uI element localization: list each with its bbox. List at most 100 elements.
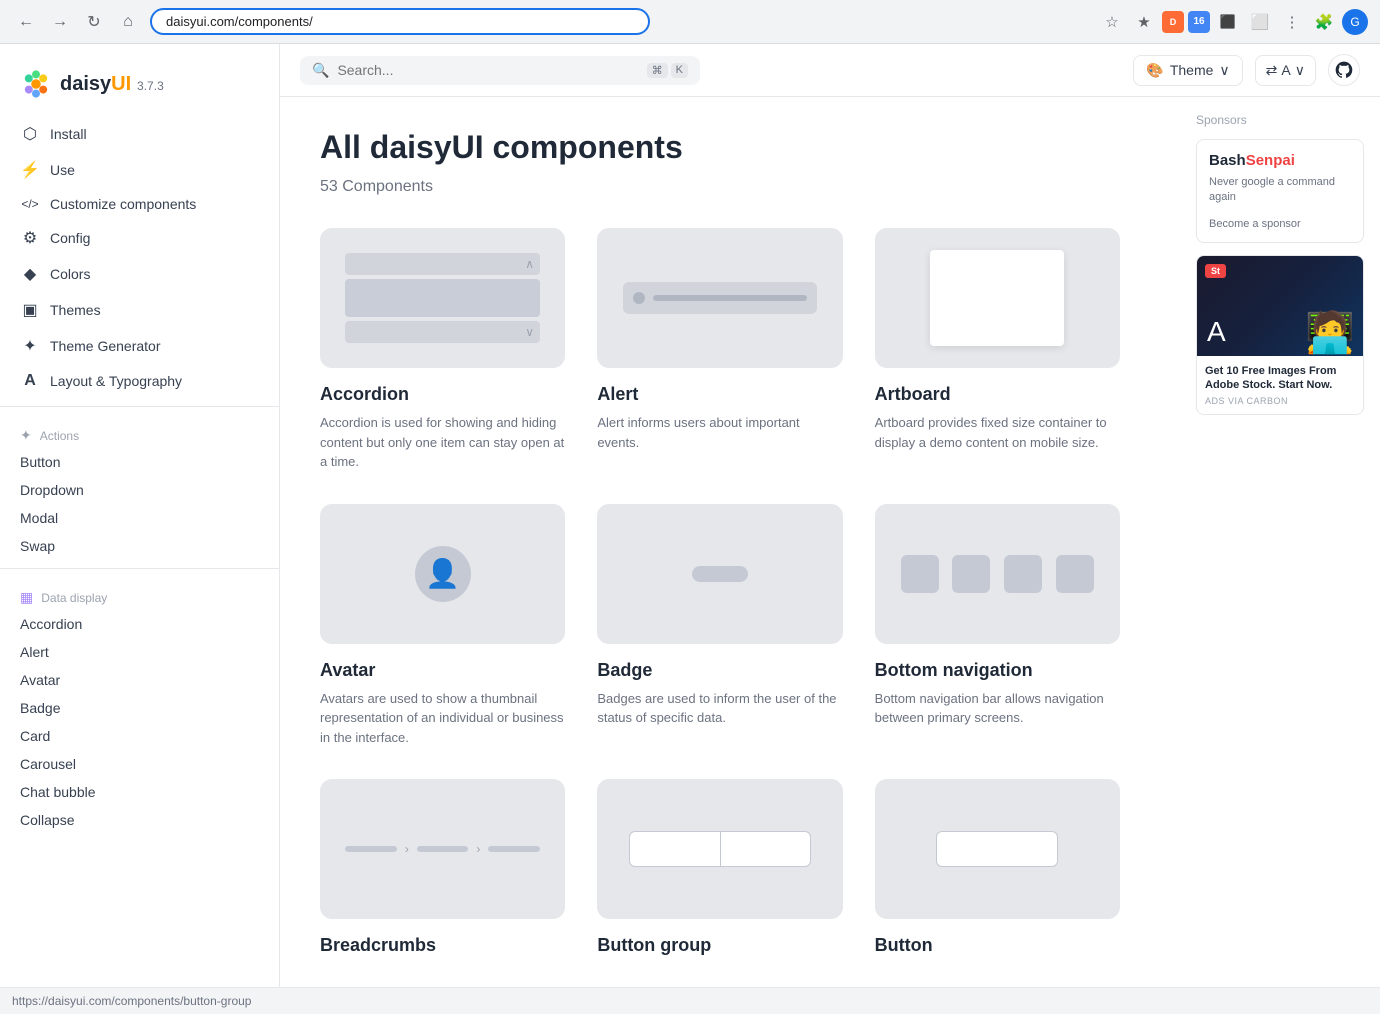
browser-chrome: ← → ↻ ⌂ daisyui.com/components/ ☆ ★ D 16… [0, 0, 1380, 44]
sidebar-logo: daisyUI 3.7.3 [0, 60, 279, 116]
sidebar-item-dropdown[interactable]: Dropdown [0, 476, 279, 504]
artboard-preview-illustration [930, 250, 1064, 347]
sidebar-item-carousel[interactable]: Carousel [0, 750, 279, 778]
sidebar-item-badge[interactable]: Badge [0, 694, 279, 722]
search-bar[interactable]: 🔍 ⌘ K [300, 56, 700, 85]
sidebar-section-actions: ✦ Actions [0, 415, 279, 448]
cast-button[interactable]: ⬜ [1246, 8, 1274, 36]
back-button[interactable]: ← [12, 8, 40, 36]
sidebar-item-accordion[interactable]: Accordion [0, 610, 279, 638]
sidebar-item-alert[interactable]: Alert [0, 638, 279, 666]
sidebar: daisyUI 3.7.3 ⬡ Install ⚡ Use </> Custom… [0, 44, 280, 987]
btn-group-part-1 [630, 832, 721, 866]
sidebar-label-config: Config [50, 230, 90, 246]
sidebar-item-colors[interactable]: ◆ Colors [0, 256, 279, 292]
puzzle-button[interactable]: 🧩 [1310, 8, 1338, 36]
sidebar-label-customize: Customize components [50, 196, 196, 212]
bc-item-3 [488, 846, 540, 852]
component-desc-avatar: Avatars are used to show a thumbnail rep… [320, 689, 565, 748]
alert-dot [633, 292, 645, 304]
accordion-preview-illustration: ∧ ∨ [345, 253, 540, 343]
bookmark-button[interactable]: ☆ [1098, 8, 1126, 36]
sidebar-item-collapse[interactable]: Collapse [0, 806, 279, 834]
search-input[interactable] [337, 62, 638, 78]
btn-group-part-2 [721, 832, 811, 866]
sidebar-item-config[interactable]: ⚙ Config [0, 220, 279, 256]
card-button[interactable]: Button [875, 779, 1120, 964]
sidebar-item-chat-bubble[interactable]: Chat bubble [0, 778, 279, 806]
colors-icon: ◆ [20, 264, 40, 284]
acc-row-1: ∧ [345, 253, 540, 275]
forward-button[interactable]: → [46, 8, 74, 36]
senpai-text: Senpai [1246, 152, 1295, 169]
theme-button[interactable]: 🎨 Theme ∨ [1133, 55, 1242, 86]
kbd-cmd: ⌘ [647, 63, 668, 78]
alert-preview-illustration [623, 282, 818, 314]
sidebar-label-theme-gen: Theme Generator [50, 338, 161, 354]
sidebar-item-use[interactable]: ⚡ Use [0, 152, 279, 188]
data-display-icon: ▦ [20, 589, 33, 606]
card-breadcrumbs[interactable]: › › Breadcrumbs [320, 779, 565, 964]
sidebar-item-install[interactable]: ⬡ Install [0, 116, 279, 152]
extensions-button[interactable]: ⬛ [1214, 8, 1242, 36]
language-button[interactable]: ⇄ A ∨ [1255, 55, 1316, 86]
sidebar-item-customize[interactable]: </> Customize components [0, 188, 279, 220]
sponsors-label: Sponsors [1196, 113, 1364, 127]
lang-chevron: ∨ [1295, 62, 1305, 79]
use-icon: ⚡ [20, 160, 40, 180]
sidebar-item-themes[interactable]: ▣ Themes [0, 292, 279, 328]
card-avatar[interactable]: 👤 Avatar Avatars are used to show a thum… [320, 504, 565, 748]
card-button-group[interactable]: Button group [597, 779, 842, 964]
address-bar[interactable]: daisyui.com/components/ [150, 8, 650, 35]
card-alert[interactable]: Alert Alert informs users about importan… [597, 228, 842, 472]
sidebar-label-layout: Layout & Typography [50, 373, 182, 389]
component-count: 53 Components [320, 178, 1140, 196]
alert-line [653, 295, 808, 301]
card-preview-button-group [597, 779, 842, 919]
data-display-label: Data display [41, 591, 107, 605]
component-name-breadcrumbs: Breadcrumbs [320, 935, 565, 956]
sidebar-item-modal[interactable]: Modal [0, 504, 279, 532]
ad-text: Get 10 Free Images From Adobe Stock. Sta… [1205, 364, 1355, 393]
card-preview-accordion: ∧ ∨ [320, 228, 565, 368]
address-text: daisyui.com/components/ [166, 14, 313, 29]
profile-avatar[interactable]: G [1342, 9, 1368, 35]
bc-item-2 [417, 846, 469, 852]
become-sponsor-link[interactable]: Become a sponsor [1209, 218, 1301, 230]
sidebar-item-theme-generator[interactable]: ✦ Theme Generator [0, 328, 279, 364]
reload-button[interactable]: ↻ [80, 8, 108, 36]
lang-label: A [1281, 62, 1290, 78]
ad-image: St A 🧑‍💻 [1197, 256, 1363, 356]
sidebar-divider-1 [0, 406, 279, 407]
sidebar-item-swap[interactable]: Swap [0, 532, 279, 560]
component-name-button: Button [875, 935, 1120, 956]
card-artboard[interactable]: Artboard Artboard provides fixed size co… [875, 228, 1120, 472]
card-accordion[interactable]: ∧ ∨ Accordion Accordion is used for show… [320, 228, 565, 472]
github-button[interactable] [1328, 54, 1360, 86]
button-group-preview-illustration [629, 831, 811, 867]
adobe-stock-ad[interactable]: St A 🧑‍💻 Get 10 Free Images From Adobe S… [1196, 255, 1364, 416]
sidebar-item-layout[interactable]: A Layout & Typography [0, 364, 279, 398]
sponsor-bash-senpai[interactable]: BashSenpai Never google a command again … [1196, 139, 1364, 243]
menu-button[interactable]: ⋮ [1278, 8, 1306, 36]
sidebar-label-themes: Themes [50, 302, 101, 318]
bash-text: Bash [1209, 152, 1246, 169]
page-title: All daisyUI components [320, 129, 1140, 166]
avatar-person-icon: 👤 [425, 557, 460, 590]
button-preview-illustration [936, 831, 1058, 867]
search-shortcut: ⌘ K [647, 63, 688, 78]
content-area: All daisyUI components 53 Components ∧ ∨ [280, 97, 1380, 987]
translate-icon: ⇄ [1266, 62, 1278, 79]
card-badge[interactable]: Badge Badges are used to inform the user… [597, 504, 842, 748]
card-bottom-nav[interactable]: Bottom navigation Bottom navigation bar … [875, 504, 1120, 748]
sidebar-item-avatar[interactable]: Avatar [0, 666, 279, 694]
card-preview-alert [597, 228, 842, 368]
extension-1: 16 [1188, 11, 1210, 33]
extension-daisy: D [1162, 11, 1184, 33]
sidebar-item-button[interactable]: Button [0, 448, 279, 476]
home-button[interactable]: ⌂ [114, 8, 142, 36]
sidebar-item-card[interactable]: Card [0, 722, 279, 750]
star-button[interactable]: ★ [1130, 8, 1158, 36]
acc-row-2 [345, 279, 540, 317]
component-grid: ∧ ∨ Accordion Accordion is used for show… [320, 228, 1120, 964]
